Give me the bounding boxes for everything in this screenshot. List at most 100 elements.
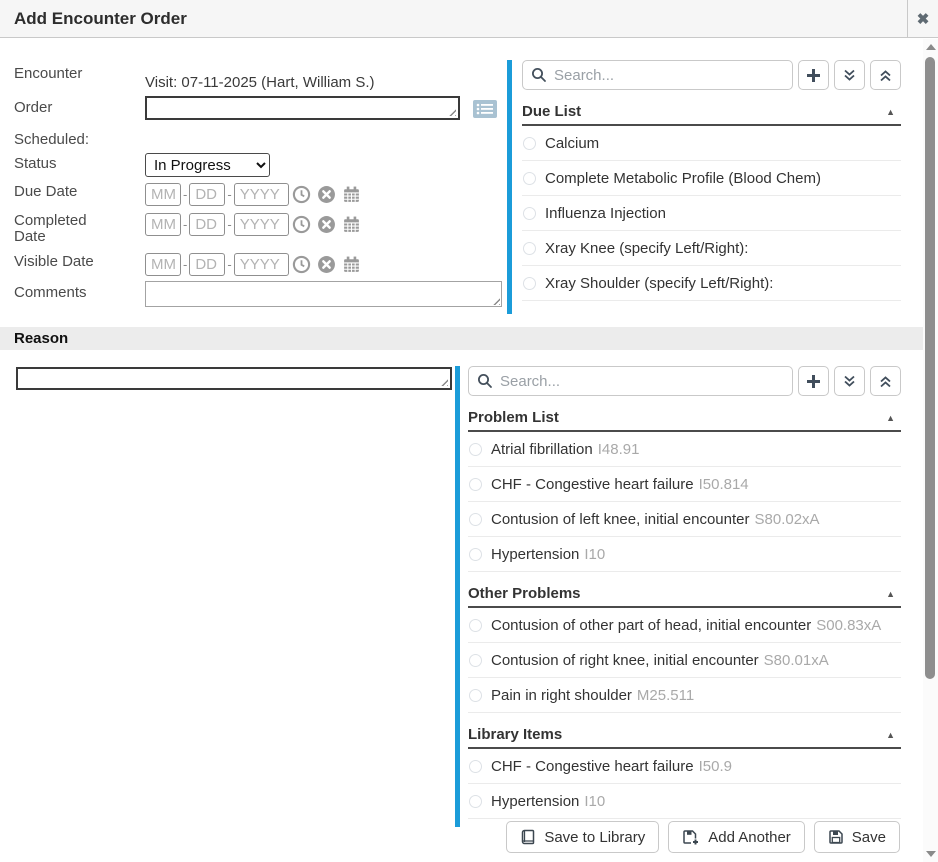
due-list-panel: Due List ▲ Calcium Complete Metabolic Pr…	[507, 60, 901, 314]
due-list-item[interactable]: Xray Knee (specify Left/Right):	[522, 231, 901, 266]
book-icon	[520, 829, 536, 845]
completed-date-row: - -	[145, 213, 361, 236]
library-item[interactable]: CHF - Congestive heart failureI50.9	[468, 749, 901, 784]
visible-date-mm-input[interactable]	[145, 253, 181, 276]
item-label: Xray Shoulder (specify Left/Right):	[545, 275, 773, 292]
completed-date-dd-input[interactable]	[189, 213, 225, 236]
comments-textarea[interactable]	[145, 281, 502, 307]
order-label: Order	[14, 99, 52, 116]
visible-date-yyyy-input[interactable]	[234, 253, 289, 276]
icd-code: I50.9	[699, 758, 732, 775]
section-title: Library Items	[468, 726, 562, 743]
radio-icon[interactable]	[469, 689, 482, 702]
radio-icon[interactable]	[523, 207, 536, 220]
due-date-mm-input[interactable]	[145, 183, 181, 206]
calendar-icon[interactable]	[342, 215, 361, 234]
due-expand-all-button[interactable]	[834, 60, 865, 90]
due-date-dd-input[interactable]	[189, 183, 225, 206]
due-list-section-header[interactable]: Due List ▲	[522, 97, 901, 126]
item-label: Contusion of right knee, initial encount…	[491, 652, 829, 669]
radio-icon[interactable]	[523, 137, 536, 150]
due-search-input[interactable]	[522, 60, 793, 90]
reason-add-button[interactable]	[798, 366, 829, 396]
section-title: Problem List	[468, 409, 559, 426]
due-date-label: Due Date	[14, 183, 77, 200]
save-button[interactable]: Save	[814, 821, 900, 853]
calendar-icon[interactable]	[342, 185, 361, 204]
radio-icon[interactable]	[469, 795, 482, 808]
radio-icon[interactable]	[523, 242, 536, 255]
scheduled-label: Scheduled:	[14, 131, 89, 148]
comments-wrap	[145, 281, 502, 307]
reason-search-input[interactable]	[468, 366, 793, 396]
problem-list-item[interactable]: HypertensionI10	[468, 537, 901, 572]
clear-date-icon[interactable]	[317, 215, 336, 234]
reason-expand-all-button[interactable]	[834, 366, 865, 396]
radio-icon[interactable]	[469, 513, 482, 526]
collapse-icon[interactable]: ▲	[886, 589, 897, 599]
problem-list-section-header[interactable]: Problem List ▲	[468, 403, 901, 432]
icd-code: I48.91	[598, 441, 640, 458]
radio-icon[interactable]	[469, 760, 482, 773]
search-icon	[477, 373, 493, 389]
due-list-item[interactable]: Calcium	[522, 126, 901, 161]
order-lookup-button[interactable]	[470, 97, 499, 120]
button-label: Save to Library	[544, 829, 645, 846]
due-list-item[interactable]: Xray Shoulder (specify Left/Right):	[522, 266, 901, 301]
collapse-icon[interactable]: ▲	[886, 730, 897, 740]
due-list-item[interactable]: Influenza Injection	[522, 196, 901, 231]
double-chevron-up-icon	[878, 374, 893, 389]
due-collapse-all-button[interactable]	[870, 60, 901, 90]
due-list-item[interactable]: Complete Metabolic Profile (Blood Chem)	[522, 161, 901, 196]
collapse-icon[interactable]: ▲	[886, 107, 897, 117]
clear-date-icon[interactable]	[317, 185, 336, 204]
clock-icon[interactable]	[292, 215, 311, 234]
status-select[interactable]: In Progress	[145, 153, 270, 177]
add-another-button[interactable]: Add Another	[668, 821, 805, 853]
due-add-button[interactable]	[798, 60, 829, 90]
date-dash: -	[183, 217, 187, 232]
radio-icon[interactable]	[469, 443, 482, 456]
clock-icon[interactable]	[292, 185, 311, 204]
radio-icon[interactable]	[469, 654, 482, 667]
item-label: Atrial fibrillationI48.91	[491, 441, 639, 458]
list-icon	[472, 99, 498, 119]
other-problem-item[interactable]: Contusion of right knee, initial encount…	[468, 643, 901, 678]
collapse-icon[interactable]: ▲	[886, 413, 897, 423]
scroll-up-icon[interactable]	[926, 44, 936, 50]
radio-icon[interactable]	[523, 277, 536, 290]
due-search-row	[522, 60, 901, 90]
radio-icon[interactable]	[469, 478, 482, 491]
calendar-icon[interactable]	[342, 255, 361, 274]
problem-list-item[interactable]: Contusion of left knee, initial encounte…	[468, 502, 901, 537]
scrollbar-thumb[interactable]	[925, 57, 935, 679]
order-input[interactable]	[147, 98, 458, 118]
library-items-section-header[interactable]: Library Items ▲	[468, 720, 901, 749]
clear-date-icon[interactable]	[317, 255, 336, 274]
clock-icon[interactable]	[292, 255, 311, 274]
encounter-value: Visit: 07-11-2025 (Hart, William S.)	[145, 74, 375, 91]
completed-date-mm-input[interactable]	[145, 213, 181, 236]
save-to-library-button[interactable]: Save to Library	[506, 821, 659, 853]
close-icon: ✖	[917, 10, 930, 28]
visible-date-dd-input[interactable]	[189, 253, 225, 276]
problem-list-item[interactable]: Atrial fibrillationI48.91	[468, 432, 901, 467]
due-date-yyyy-input[interactable]	[234, 183, 289, 206]
vertical-scrollbar[interactable]	[923, 39, 938, 862]
other-problem-item[interactable]: Pain in right shoulderM25.511	[468, 678, 901, 713]
library-item[interactable]: HypertensionI10	[468, 784, 901, 819]
reason-input[interactable]	[18, 369, 450, 388]
icd-code: S80.02xA	[755, 511, 820, 528]
scroll-down-icon[interactable]	[926, 851, 936, 857]
item-label: Influenza Injection	[545, 205, 666, 222]
reason-collapse-all-button[interactable]	[870, 366, 901, 396]
problem-list-item[interactable]: CHF - Congestive heart failureI50.814	[468, 467, 901, 502]
radio-icon[interactable]	[469, 548, 482, 561]
completed-date-yyyy-input[interactable]	[234, 213, 289, 236]
radio-icon[interactable]	[523, 172, 536, 185]
other-problems-section-header[interactable]: Other Problems ▲	[468, 579, 901, 608]
other-problem-item[interactable]: Contusion of other part of head, initial…	[468, 608, 901, 643]
close-button[interactable]: ✖	[907, 0, 938, 38]
item-label: HypertensionI10	[491, 793, 605, 810]
radio-icon[interactable]	[469, 619, 482, 632]
